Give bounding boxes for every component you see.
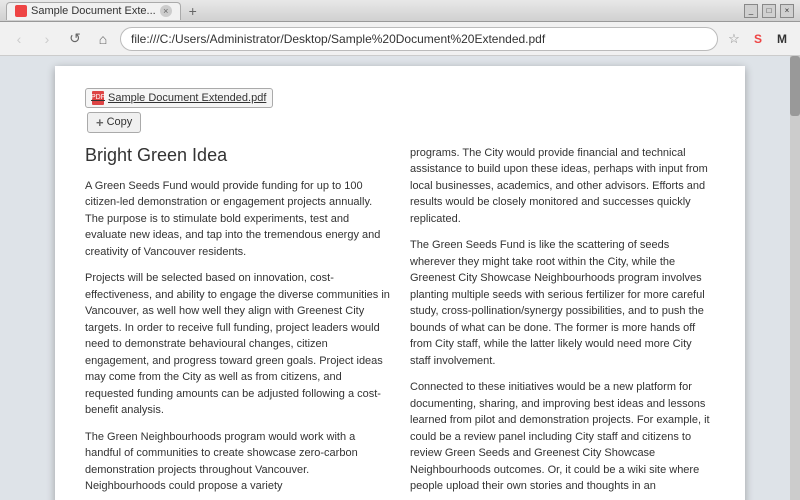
tab-close-button[interactable]: × bbox=[160, 5, 172, 17]
forward-button[interactable]: › bbox=[36, 28, 58, 50]
pdf-tab-icon bbox=[15, 5, 27, 17]
document-title: Bright Green Idea bbox=[85, 145, 390, 166]
home-button[interactable]: ⌂ bbox=[92, 28, 114, 50]
close-window-button[interactable]: × bbox=[780, 4, 794, 18]
window-controls: _ □ × bbox=[744, 4, 794, 18]
extension2-icon[interactable]: M bbox=[772, 29, 792, 49]
copy-button[interactable]: + Copy bbox=[87, 112, 141, 133]
right-para-1: programs. The City would provide financi… bbox=[410, 145, 715, 228]
title-bar-left: Sample Document Exte... × + bbox=[6, 2, 203, 20]
left-para-3: The Green Neighbourhoods program would w… bbox=[85, 429, 390, 495]
copy-plus-icon: + bbox=[96, 115, 104, 130]
main-content: PDF Sample Document Extended.pdf + Copy … bbox=[0, 56, 800, 500]
refresh-button[interactable]: ↺ bbox=[64, 28, 86, 50]
maximize-button[interactable]: □ bbox=[762, 4, 776, 18]
document-content: Bright Green Idea A Green Seeds Fund wou… bbox=[85, 145, 715, 500]
bookmark-icon[interactable]: ☆ bbox=[724, 29, 744, 49]
active-tab[interactable]: Sample Document Exte... × bbox=[6, 2, 181, 20]
left-para-2: Projects will be selected based on innov… bbox=[85, 270, 390, 419]
file-chip-text: Sample Document Extended.pdf bbox=[108, 92, 266, 104]
pdf-file-icon: PDF bbox=[92, 91, 104, 105]
back-button[interactable]: ‹ bbox=[8, 28, 30, 50]
pdf-viewer: PDF Sample Document Extended.pdf + Copy … bbox=[55, 66, 745, 500]
address-bar: ‹ › ↺ ⌂ ☆ S M bbox=[0, 22, 800, 56]
copy-button-label: Copy bbox=[107, 116, 133, 128]
scrollbar-thumb[interactable] bbox=[790, 56, 800, 116]
minimize-button[interactable]: _ bbox=[744, 4, 758, 18]
address-bar-icons: ☆ S M bbox=[724, 29, 792, 49]
address-input[interactable] bbox=[120, 27, 718, 51]
file-chip[interactable]: PDF Sample Document Extended.pdf bbox=[85, 88, 273, 108]
tab-area: Sample Document Exte... × + bbox=[6, 2, 203, 20]
left-para-1: A Green Seeds Fund would provide funding… bbox=[85, 178, 390, 261]
tab-title: Sample Document Exte... bbox=[31, 5, 156, 17]
scrollbar-track[interactable] bbox=[790, 56, 800, 500]
new-tab-button[interactable]: + bbox=[183, 2, 203, 20]
title-bar: Sample Document Exte... × + _ □ × bbox=[0, 0, 800, 22]
right-para-2: The Green Seeds Fund is like the scatter… bbox=[410, 237, 715, 369]
file-chip-area: PDF Sample Document Extended.pdf + Copy bbox=[85, 86, 715, 133]
right-para-3: Connected to these initiatives would be … bbox=[410, 379, 715, 495]
extension1-icon[interactable]: S bbox=[748, 29, 768, 49]
right-column: programs. The City would provide financi… bbox=[410, 145, 715, 500]
left-column: Bright Green Idea A Green Seeds Fund wou… bbox=[85, 145, 390, 500]
